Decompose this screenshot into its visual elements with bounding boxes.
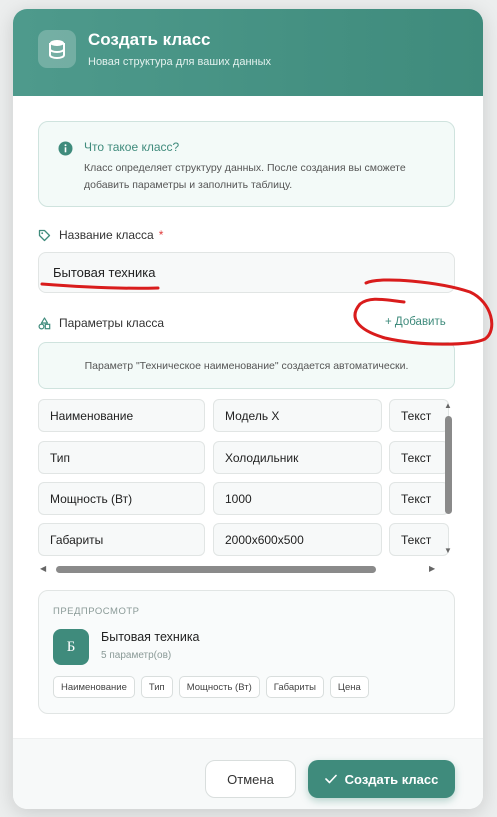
horizontal-scroll-thumb[interactable] — [56, 566, 376, 573]
scroll-down-icon[interactable]: ▼ — [444, 547, 452, 555]
required-mark: * — [158, 228, 164, 242]
create-class-label: Создать класс — [344, 771, 439, 787]
dialog-subtitle: Новая структура для ваших данных — [88, 56, 272, 68]
param-name-field[interactable]: Наименование — [38, 399, 205, 432]
class-avatar: Б — [53, 629, 89, 665]
preview-tag: Габариты — [265, 676, 324, 698]
preview-tag: Мощность (Вт) — [178, 676, 260, 698]
shapes-icon — [38, 316, 51, 330]
param-type-select[interactable]: Текст — [389, 523, 449, 556]
create-class-button[interactable]: Создать класс — [308, 760, 455, 798]
preview-param-count: 5 параметр(ов) — [101, 650, 172, 661]
create-class-dialog: Создать класс Новая структура для ваших … — [13, 9, 483, 809]
vertical-scroll-thumb[interactable] — [445, 416, 452, 514]
param-type-select[interactable]: Текст — [389, 399, 449, 432]
param-name-field[interactable]: Мощность (Вт) — [38, 482, 205, 515]
param-type-select[interactable]: Текст — [389, 441, 449, 474]
preview-label: ПРЕДПРОСМОТР — [53, 606, 140, 617]
preview-tag: Наименование — [53, 676, 135, 698]
scroll-right-icon[interactable]: ▶ — [429, 565, 435, 573]
param-name-field[interactable]: Тип — [38, 441, 205, 474]
params-label: Параметры класса — [59, 316, 165, 330]
parameters-table: Наименование Модель X Текст Тип Холодиль… — [38, 399, 455, 574]
info-text: Класс определяет структуру данных. После… — [84, 162, 406, 191]
param-type-select[interactable]: Текст — [389, 482, 449, 515]
params-label-row: Параметры класса — [38, 316, 164, 330]
vertical-scrollbar[interactable]: ▲ ▼ — [441, 399, 455, 557]
check-icon — [324, 774, 337, 784]
scroll-left-icon[interactable]: ◀ — [40, 565, 46, 573]
database-icon — [38, 30, 76, 68]
horizontal-scrollbar[interactable]: ◀ ▶ — [38, 564, 441, 574]
param-value-field[interactable]: 1000 — [213, 482, 382, 515]
class-name-label-row: Название класса * — [38, 228, 163, 242]
param-value-field[interactable]: Холодильник — [213, 441, 382, 474]
dialog-footer: Отмена Создать класс — [13, 738, 483, 809]
add-parameter-button[interactable]: + Добавить — [385, 316, 446, 328]
scroll-up-icon[interactable]: ▲ — [444, 402, 452, 410]
dialog-title: Создать класс — [88, 30, 211, 49]
auto-param-notice: Параметр "Техническое наименование" созд… — [38, 342, 455, 389]
param-value-field[interactable]: 2000x600x500 — [213, 523, 382, 556]
param-name-field[interactable]: Габариты — [38, 523, 205, 556]
class-name-input[interactable] — [38, 252, 455, 293]
info-box: Что такое класс? Класс определяет структ… — [38, 121, 455, 207]
preview-class-name: Бытовая техника — [101, 630, 200, 644]
tag-icon — [38, 229, 51, 241]
cancel-button[interactable]: Отмена — [205, 760, 296, 798]
preview-tags: Наименование Тип Мощность (Вт) Габариты … — [53, 676, 369, 698]
preview-tag: Цена — [329, 676, 369, 698]
dialog-header: Создать класс Новая структура для ваших … — [13, 9, 483, 96]
class-preview: ПРЕДПРОСМОТР Б Бытовая техника 5 парамет… — [38, 590, 455, 714]
class-name-label: Название класса — [59, 228, 154, 242]
info-title: Что такое класс? — [84, 140, 180, 154]
info-icon — [58, 141, 73, 156]
param-value-field[interactable]: Модель X — [213, 399, 382, 432]
preview-tag: Тип — [140, 676, 173, 698]
